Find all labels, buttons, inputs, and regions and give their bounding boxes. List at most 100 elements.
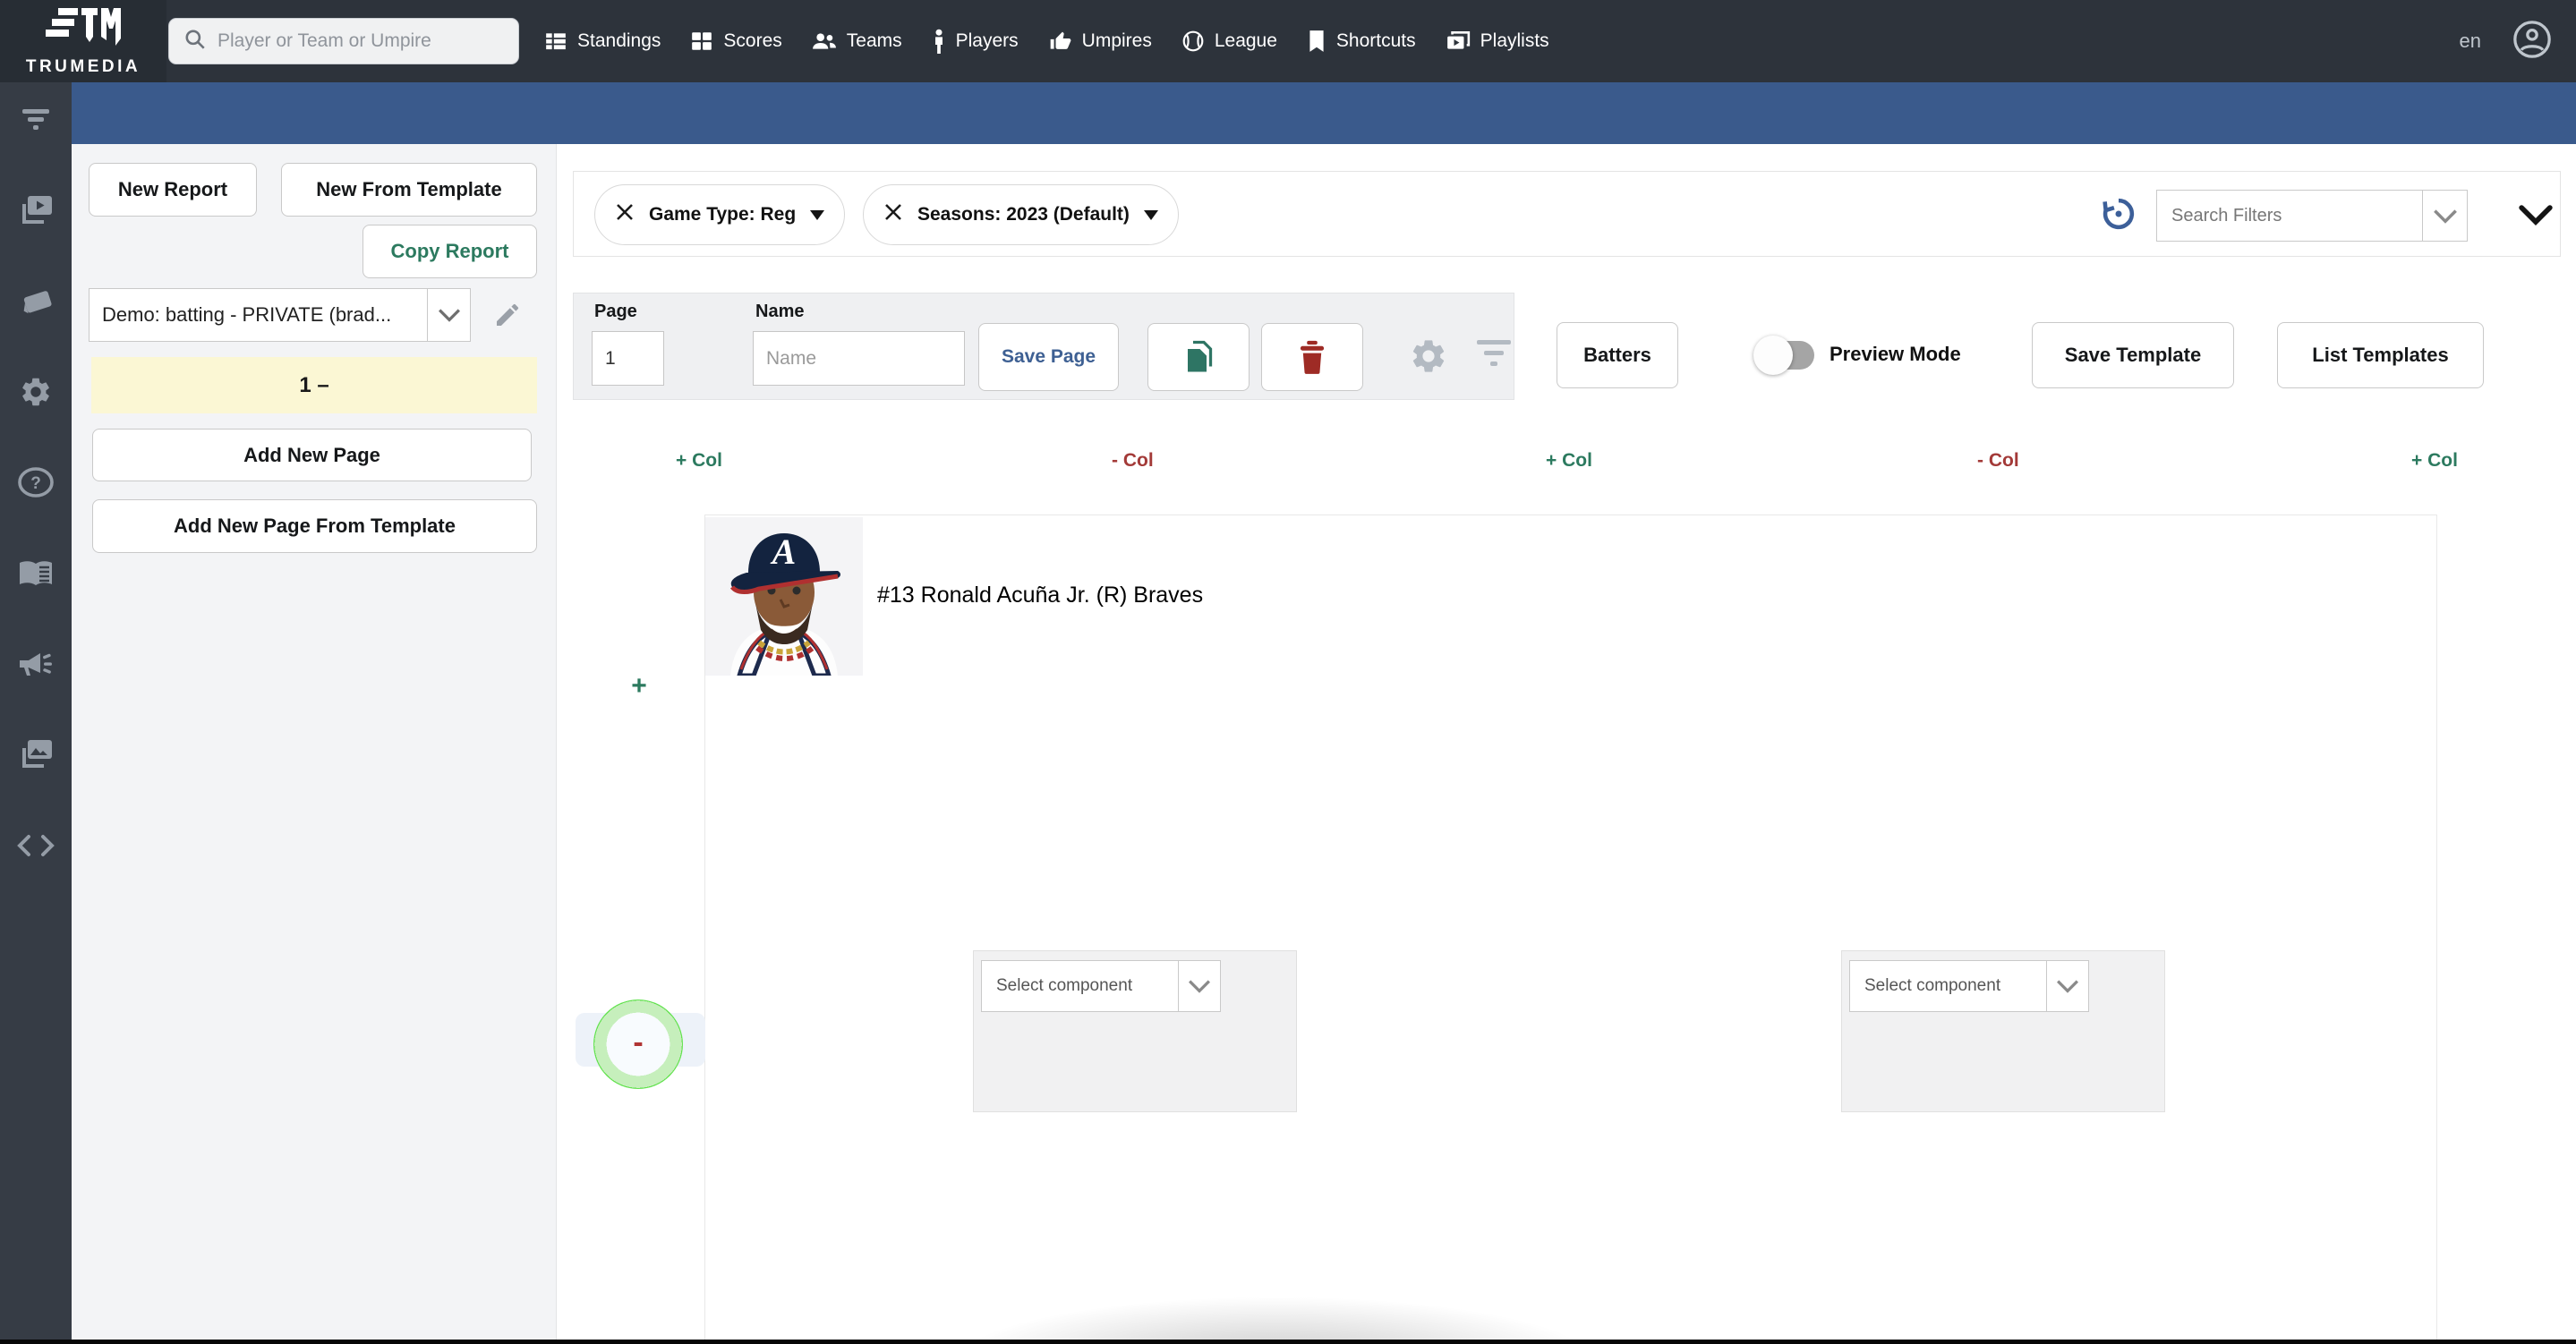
nav-label: Scores bbox=[723, 30, 782, 51]
scores-icon bbox=[690, 30, 713, 53]
nav-label: Shortcuts bbox=[1335, 30, 1416, 51]
toggle-knob bbox=[1753, 336, 1793, 375]
remove-filter-icon[interactable] bbox=[883, 202, 903, 227]
global-search[interactable] bbox=[168, 18, 519, 64]
copy-page-button[interactable] bbox=[1147, 323, 1250, 391]
select-component-dropdown[interactable]: Select component bbox=[1849, 960, 2089, 1012]
nav-teams[interactable]: Teams bbox=[812, 30, 902, 53]
add-new-page-button[interactable]: Add New Page bbox=[92, 429, 532, 481]
remove-column-link[interactable]: - Col bbox=[1112, 450, 1154, 472]
nav-label: Players bbox=[955, 30, 1019, 51]
account-icon[interactable] bbox=[2512, 19, 2553, 64]
select-component-dropdown[interactable]: Select component bbox=[981, 960, 1221, 1012]
report-select[interactable]: Demo: batting - PRIVATE (brad... bbox=[89, 288, 471, 342]
add-column-link[interactable]: + Col bbox=[2411, 450, 2458, 472]
flashcards-icon[interactable] bbox=[0, 282, 72, 321]
edit-report-icon[interactable] bbox=[490, 298, 525, 332]
svg-text:?: ? bbox=[30, 474, 41, 493]
app-screen: TRUMEDIA Standings bbox=[0, 0, 2576, 1344]
add-column-link[interactable]: + Col bbox=[676, 450, 722, 472]
nav-umpires[interactable]: Umpires bbox=[1048, 30, 1152, 53]
new-from-template-button[interactable]: New From Template bbox=[281, 163, 537, 217]
save-template-button[interactable]: Save Template bbox=[2032, 322, 2234, 388]
standings-icon bbox=[544, 30, 567, 53]
add-column-link[interactable]: + Col bbox=[1546, 450, 1592, 472]
report-panel: New Report New From Template Copy Report… bbox=[72, 144, 557, 1344]
nav-shortcuts[interactable]: Shortcuts bbox=[1307, 30, 1416, 53]
nav-standings[interactable]: Standings bbox=[544, 30, 661, 53]
add-new-page-from-template-button[interactable]: Add New Page From Template bbox=[92, 499, 537, 553]
nav-label: Playlists bbox=[1480, 30, 1549, 51]
umpires-icon bbox=[1048, 30, 1072, 53]
filter-chip-game-type[interactable]: Game Type: Reg bbox=[594, 184, 846, 245]
svg-text:A: A bbox=[770, 532, 797, 572]
trumedia-logo[interactable]: TRUMEDIA bbox=[0, 0, 166, 82]
embed-code-icon[interactable] bbox=[0, 826, 72, 865]
nav-label: Umpires bbox=[1081, 30, 1152, 51]
nav-label: League bbox=[1214, 30, 1277, 51]
page-controls-panel: Page Name Save Page bbox=[573, 293, 1514, 400]
announcements-icon[interactable] bbox=[0, 644, 72, 684]
report-select-value: Demo: batting - PRIVATE (brad... bbox=[102, 303, 392, 326]
media-gallery-icon[interactable] bbox=[0, 735, 72, 774]
filter-icon[interactable] bbox=[0, 100, 72, 140]
name-label: Name bbox=[755, 302, 805, 321]
nav-league[interactable]: League bbox=[1181, 30, 1277, 53]
chevron-down-icon bbox=[1178, 961, 1220, 1011]
nav-label: Standings bbox=[577, 30, 661, 51]
navbar-right: en bbox=[2460, 0, 2553, 82]
list-templates-button[interactable]: List Templates bbox=[2277, 322, 2484, 388]
league-icon bbox=[1181, 30, 1205, 53]
collapse-filters-icon[interactable] bbox=[2516, 197, 2555, 233]
save-page-button[interactable]: Save Page bbox=[978, 323, 1119, 391]
trumedia-logo-icon bbox=[46, 6, 121, 55]
select-component-placeholder: Select component bbox=[996, 976, 1133, 995]
search-filters-placeholder: Search Filters bbox=[2171, 205, 2282, 225]
primary-nav: Standings Scores Teams Players Umpires L… bbox=[544, 0, 1549, 82]
nav-playlists[interactable]: Playlists bbox=[1446, 30, 1549, 53]
glossary-icon[interactable] bbox=[0, 554, 72, 593]
player-photo: A bbox=[705, 517, 863, 678]
batters-button[interactable]: Batters bbox=[1557, 322, 1678, 388]
search-input[interactable] bbox=[218, 30, 504, 52]
page-number-input[interactable] bbox=[592, 331, 664, 386]
preview-mode-label: Preview Mode bbox=[1830, 343, 1961, 365]
trash-icon bbox=[1300, 340, 1325, 374]
page-settings-icon[interactable] bbox=[1405, 333, 1452, 379]
filters-panel: Game Type: Reg Seasons: 2023 (Default) S… bbox=[573, 171, 2561, 257]
page-list-item-1[interactable]: 1 – bbox=[91, 357, 537, 413]
players-icon bbox=[932, 29, 946, 54]
delete-page-button[interactable] bbox=[1261, 323, 1363, 391]
chevron-down-icon bbox=[2422, 191, 2467, 241]
filter-chip-label: Game Type: Reg bbox=[649, 204, 797, 225]
nav-label: Teams bbox=[846, 30, 902, 51]
component-slot: Select component bbox=[1841, 950, 2165, 1112]
remove-filter-icon[interactable] bbox=[615, 202, 635, 227]
search-filters-combobox[interactable]: Search Filters bbox=[2156, 190, 2468, 242]
copy-report-button[interactable]: Copy Report bbox=[363, 225, 537, 278]
nav-players[interactable]: Players bbox=[932, 29, 1019, 54]
nav-scores[interactable]: Scores bbox=[690, 30, 782, 53]
settings-icon[interactable] bbox=[0, 372, 72, 412]
filter-history-icon[interactable] bbox=[2100, 195, 2137, 233]
chevron-down-icon bbox=[427, 289, 470, 341]
caret-down-icon bbox=[1143, 209, 1158, 220]
new-report-button[interactable]: New Report bbox=[89, 163, 257, 217]
add-row-button[interactable]: + bbox=[614, 667, 664, 706]
preview-mode-toggle[interactable] bbox=[1753, 336, 1816, 375]
video-playlist-icon[interactable] bbox=[0, 191, 72, 230]
filter-chip-seasons[interactable]: Seasons: 2023 (Default) bbox=[863, 184, 1179, 245]
click-highlight: - bbox=[593, 999, 683, 1089]
teams-icon bbox=[812, 30, 837, 53]
remove-column-link[interactable]: - Col bbox=[1977, 450, 2019, 472]
search-icon bbox=[183, 28, 207, 55]
shortcuts-icon bbox=[1307, 30, 1326, 53]
help-icon[interactable]: ? bbox=[0, 463, 72, 502]
top-navbar: TRUMEDIA Standings bbox=[0, 0, 2576, 82]
side-rail: ? bbox=[0, 82, 72, 1344]
page-label: Page bbox=[594, 302, 637, 321]
locale-selector[interactable]: en bbox=[2460, 30, 2481, 53]
page-filter-icon[interactable] bbox=[1474, 340, 1514, 372]
report-title-bar bbox=[72, 82, 2576, 144]
page-name-input[interactable] bbox=[753, 331, 965, 386]
